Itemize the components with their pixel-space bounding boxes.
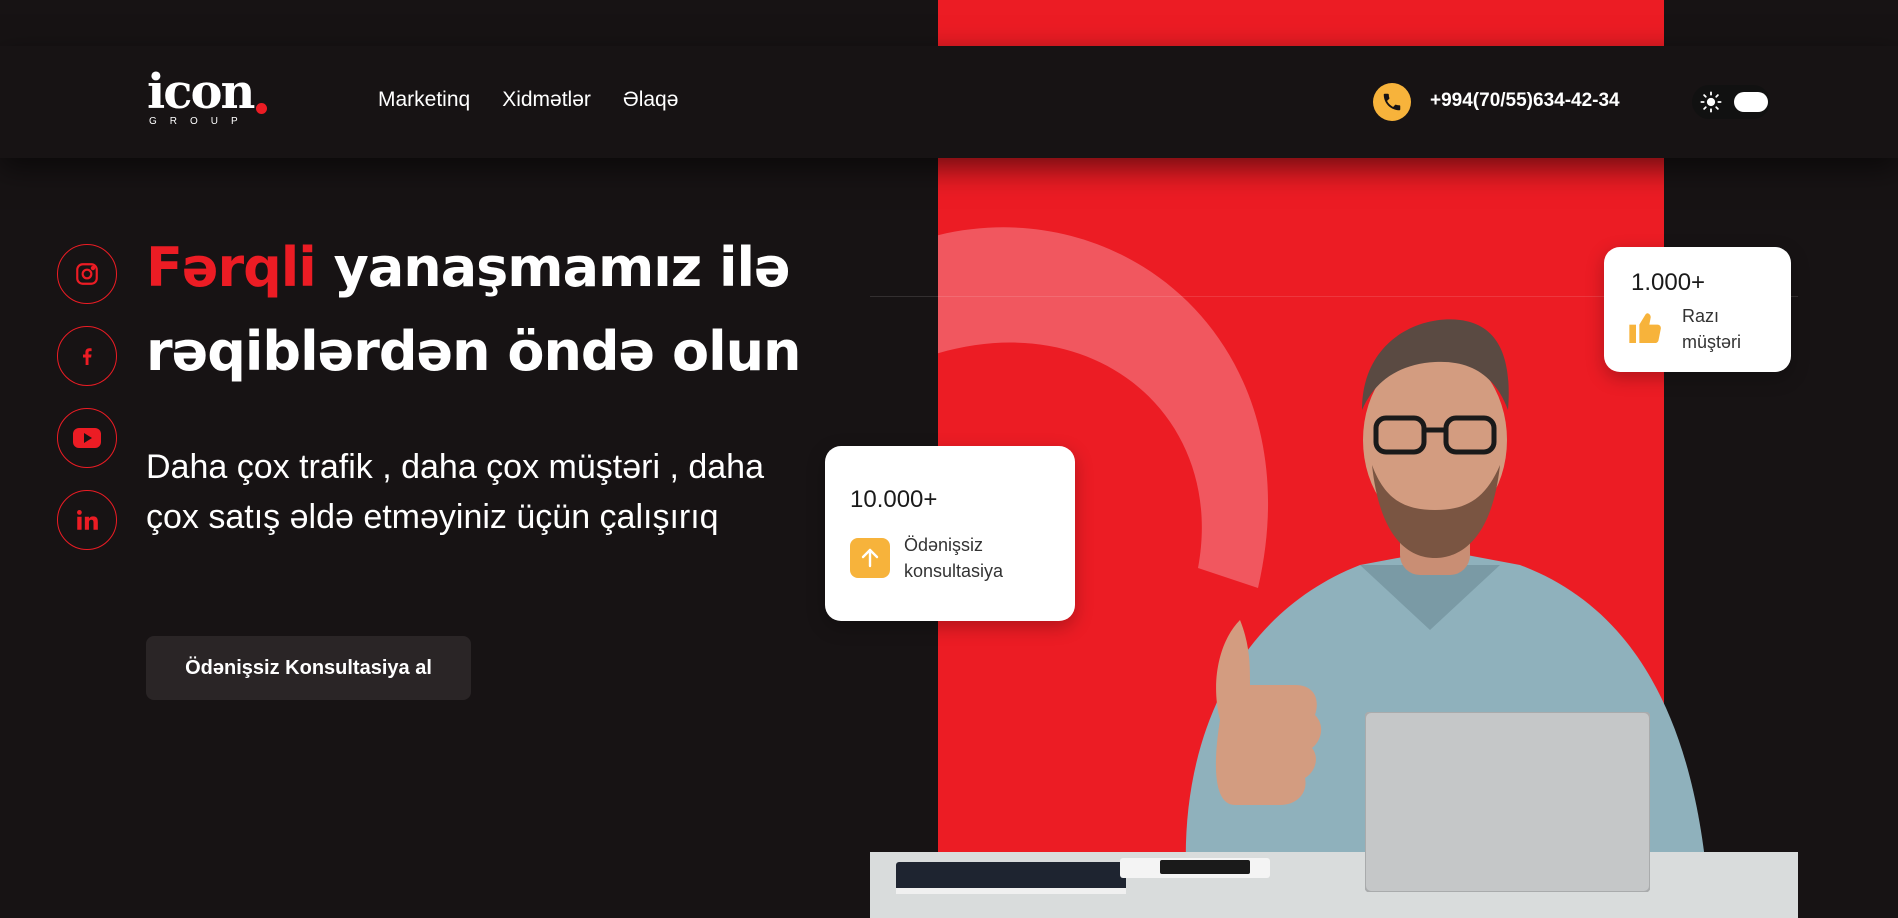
notebook-image [896, 862, 1126, 894]
youtube-icon[interactable] [57, 408, 117, 468]
phone-number[interactable]: +994(70/55)634-42-34 [1430, 90, 1620, 112]
main-nav: Marketinq Xidmətlər Əlaqə [378, 88, 678, 112]
stat-value: 10.000+ [850, 486, 938, 513]
free-consultation-button[interactable]: Ödənişsiz Konsultasiya al [146, 636, 471, 700]
phone-icon[interactable] [1373, 83, 1411, 121]
logo[interactable]: icon GROUP [147, 68, 277, 132]
thumbs-up-icon [1629, 313, 1661, 343]
stat-card-consultations: 10.000+ Ödənişsiz konsultasiya [825, 446, 1075, 621]
linkedin-icon[interactable] [57, 490, 117, 550]
hero-subtext: Daha çox trafik , daha çox müştəri , dah… [146, 448, 764, 536]
social-links [57, 244, 117, 550]
logo-dot [256, 103, 267, 114]
nav-item-contact[interactable]: Əlaqə [623, 88, 679, 112]
phone-device-image [1120, 858, 1270, 878]
hero-headline: Fərqli yanaşmamız ilə rəqiblərdən öndə o… [146, 226, 846, 394]
site-header: icon GROUP Marketinq Xidmətlər Əlaqə +99… [0, 46, 1898, 158]
logo-word: icon [147, 64, 255, 120]
stat-card-customers: 1.000+ Razı müştəri [1604, 247, 1791, 372]
stat-label: Razı müştəri [1682, 306, 1742, 352]
nav-item-marketing[interactable]: Marketinq [378, 88, 470, 112]
toggle-knob [1734, 92, 1768, 112]
stat-label: Ödənişsiz konsultasiya [904, 535, 1004, 581]
sun-icon [1700, 91, 1722, 113]
arrow-up-icon [850, 538, 890, 578]
laptop-image [1365, 712, 1650, 892]
nav-item-services[interactable]: Xidmətlər [502, 88, 591, 112]
stat-value: 1.000+ [1631, 269, 1706, 296]
instagram-icon[interactable] [57, 244, 117, 304]
headline-accent: Fərqli [146, 236, 317, 299]
theme-toggle[interactable] [1692, 85, 1770, 119]
facebook-icon[interactable] [57, 326, 117, 386]
logo-subtitle: GROUP [149, 116, 251, 127]
